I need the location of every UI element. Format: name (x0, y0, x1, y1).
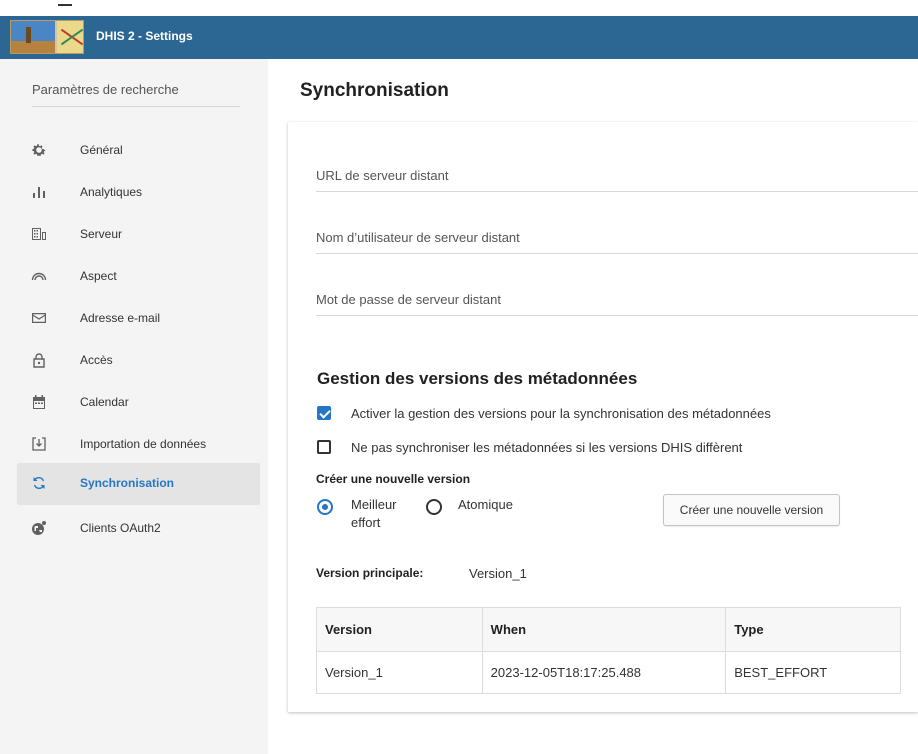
sidebar-item-label: Général (80, 143, 123, 157)
dont-sync-if-versions-differ-checkbox[interactable] (317, 440, 331, 454)
settings-search-input[interactable]: Paramètres de recherche (32, 81, 240, 107)
table-header-row: Version When Type (316, 607, 901, 652)
best-effort-label-line1: Meilleur (351, 497, 397, 512)
app-root: DHIS 2 - Settings Paramètres de recherch… (0, 0, 918, 754)
gear-icon (31, 142, 47, 158)
sidebar: Paramètres de recherche Général Analytiq… (0, 59, 268, 754)
sidebar-item-label: Clients OAuth2 (80, 521, 161, 535)
enable-versioning-checkbox[interactable] (317, 406, 331, 420)
cell-when: 2023-12-05T18:17:25.488 (481, 651, 727, 694)
best-effort-label-line2: effort (351, 515, 381, 530)
sidebar-item-email[interactable]: Adresse e-mail (17, 298, 260, 340)
sidebar-item-label: Serveur (80, 227, 123, 241)
column-header-type: Type (725, 607, 901, 652)
rainbow-icon (31, 268, 47, 284)
sidebar-item-label: Calendar (80, 395, 129, 409)
atomic-label: Atomique (458, 497, 513, 512)
logo-map (57, 21, 83, 53)
lock-icon (31, 352, 47, 368)
create-version-title: Créer une nouvelle version (316, 472, 471, 486)
column-header-version: Version (316, 607, 483, 652)
table-row: Version_1 2023-12-05T18:17:25.488 BEST_E… (316, 651, 901, 694)
sidebar-item-label: Aspect (80, 269, 117, 283)
column-header-when: When (481, 607, 727, 652)
sidebar-item-synchronisation[interactable]: Synchronisation (17, 463, 260, 505)
sidebar-item-access[interactable]: Accès (17, 340, 260, 382)
sidebar-item-label: Importation de données (80, 437, 207, 451)
app-title: DHIS 2 - Settings (96, 29, 193, 43)
sidebar-item-label: Accès (80, 353, 113, 367)
field-label: Mot de passe de serveur distant (316, 292, 501, 307)
page-title: Synchronisation (300, 80, 449, 101)
logo-tower (26, 27, 31, 43)
atomic-radio[interactable] (426, 499, 442, 515)
checkbox-label: Activer la gestion des versions pour la … (351, 406, 771, 421)
best-effort-radio[interactable] (317, 499, 333, 515)
remote-server-url-field[interactable]: URL de serveur distant (316, 162, 918, 192)
mail-icon (31, 310, 47, 326)
settings-card: URL de serveur distant Nom d’utilisateur… (288, 122, 918, 712)
field-label: Nom d’utilisateur de serveur distant (316, 230, 520, 245)
top-strip (0, 0, 918, 16)
sync-icon (31, 475, 47, 491)
sidebar-item-label: Adresse e-mail (80, 311, 161, 325)
sidebar-item-analytics[interactable]: Analytiques (17, 172, 260, 214)
sidebar-item-general[interactable]: Général (17, 130, 260, 172)
sidebar-item-oauth2-clients[interactable]: Clients OAuth2 (17, 508, 260, 550)
master-version-label: Version principale: (316, 566, 424, 580)
cell-version: Version_1 (316, 651, 483, 694)
cell-type: BEST_EFFORT (725, 651, 901, 694)
field-label: URL de serveur distant (316, 168, 449, 183)
dhis2-logo[interactable] (10, 20, 84, 54)
master-version-value: Version_1 (469, 566, 527, 581)
search-placeholder: Paramètres de recherche (32, 82, 179, 97)
logo-ground (11, 41, 55, 53)
create-new-version-button[interactable]: Créer une nouvelle version (663, 494, 840, 526)
sidebar-item-calendar[interactable]: Calendar (17, 382, 260, 424)
metadata-versioning-title: Gestion des versions des métadonnées (317, 369, 638, 388)
remote-server-username-field[interactable]: Nom d’utilisateur de serveur distant (316, 224, 918, 254)
sidebar-item-server[interactable]: Serveur (17, 214, 260, 256)
sidebar-item-label: Analytiques (80, 185, 143, 199)
checkbox-label: Ne pas synchroniser les métadonnées si l… (351, 440, 743, 455)
versions-table: Version When Type Version_1 2023-12-05T1… (316, 607, 901, 694)
sidebar-item-label: Synchronisation (80, 476, 175, 490)
minimize-dash (58, 4, 72, 6)
oauth-globe-icon (31, 520, 47, 536)
calendar-icon (31, 394, 47, 410)
sidebar-item-appearance[interactable]: Aspect (17, 256, 260, 298)
bar-chart-icon (31, 184, 47, 200)
app-header: DHIS 2 - Settings (0, 16, 918, 59)
logo-sky (11, 21, 55, 41)
remote-server-password-field[interactable]: Mot de passe de serveur distant (316, 286, 918, 316)
import-icon (31, 436, 47, 452)
server-icon (31, 226, 47, 242)
sidebar-item-data-import[interactable]: Importation de données (17, 424, 260, 466)
